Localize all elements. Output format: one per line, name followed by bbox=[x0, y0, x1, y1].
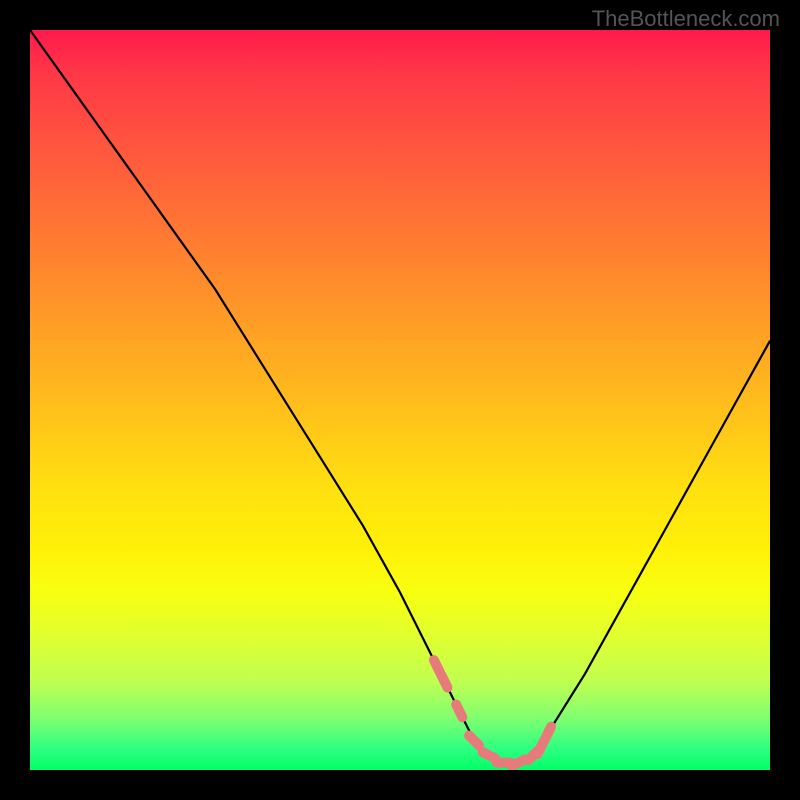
plot-gradient-area bbox=[30, 30, 770, 770]
watermark-text: TheBottleneck.com bbox=[592, 6, 780, 32]
chart-container: TheBottleneck.com bbox=[0, 0, 800, 800]
